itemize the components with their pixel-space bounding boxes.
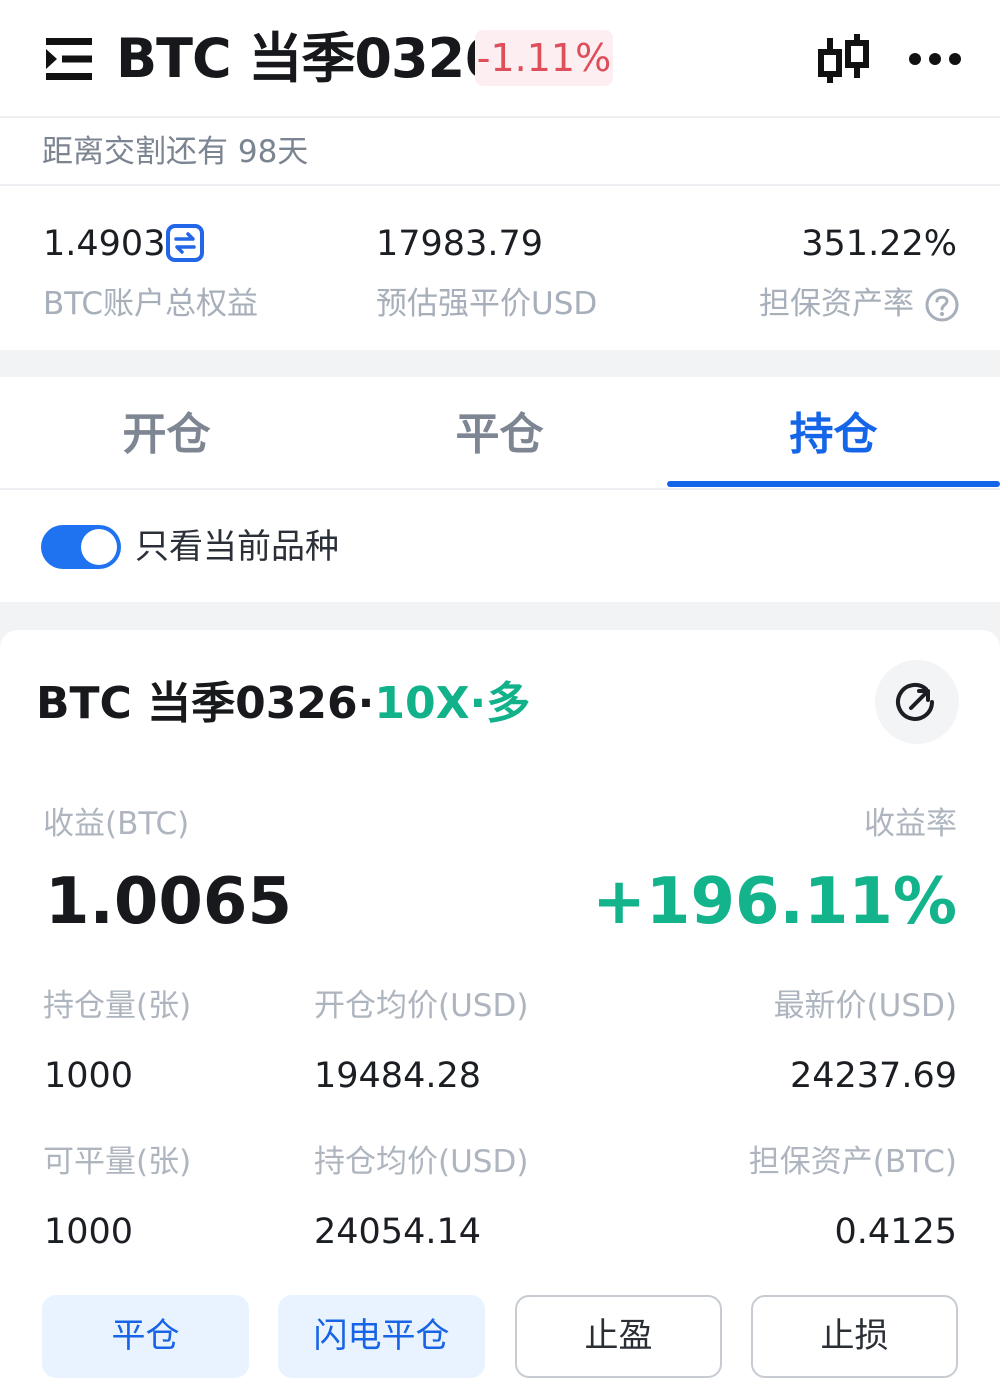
filter-row: 只看当前品种	[0, 490, 1000, 602]
holding-avg-price-label: 持仓均价(USD)	[314, 1144, 529, 1180]
stop-loss-button[interactable]: 止损	[751, 1295, 958, 1378]
position-contract: BTC 当季0326·	[36, 678, 375, 729]
position-title: BTC 当季0326·10X·多	[36, 677, 530, 731]
margin-assets-label: 担保资产(BTC)	[748, 1144, 957, 1180]
margin-ratio-label: 担保资产率	[759, 286, 914, 322]
toggle-knob	[81, 529, 117, 565]
take-profit-button[interactable]: 止盈	[515, 1295, 722, 1378]
active-tab-indicator	[667, 481, 1000, 487]
trade-tabs: 开仓 平仓 持仓	[0, 377, 1000, 490]
liquidation-price-value: 17983.79	[376, 224, 544, 264]
share-icon	[896, 683, 934, 721]
candlestick-icon[interactable]	[816, 30, 874, 88]
delivery-bar: 距离交割还有 98天	[0, 118, 1000, 186]
profit-label: 收益(BTC)	[43, 806, 190, 842]
share-button[interactable]	[875, 660, 959, 744]
menu-icon[interactable]	[46, 38, 94, 80]
transfer-icon[interactable]	[166, 224, 204, 262]
profit-rate-value: +196.11%	[592, 865, 957, 939]
liquidation-price-label: 预估强平价USD	[376, 286, 598, 322]
delivery-countdown: 距离交割还有 98天	[42, 134, 309, 170]
closable-size-value: 1000	[44, 1212, 134, 1252]
margin-assets-value: 0.4125	[834, 1212, 957, 1252]
contract-title[interactable]: BTC 当季0326	[116, 26, 502, 92]
last-price-label: 最新价(USD)	[773, 988, 957, 1024]
position-card: BTC 当季0326·10X·多 收益(BTC) 收益率 1.0065 +196…	[0, 630, 1000, 1394]
price-change-badge: -1.11%	[475, 30, 613, 86]
margin-ratio-value: 351.22%	[801, 224, 957, 264]
total-equity-label: BTC账户总权益	[43, 286, 259, 322]
last-price-value: 24237.69	[789, 1056, 957, 1096]
position-size-value: 1000	[44, 1056, 134, 1096]
profit-value: 1.0065	[45, 865, 292, 939]
current-symbol-toggle-label: 只看当前品种	[135, 527, 339, 567]
close-position-button[interactable]: 平仓	[42, 1295, 249, 1378]
account-summary: 1.4903 BTC账户总权益 17983.79 预估强平价USD 351.22…	[0, 186, 1000, 350]
more-icon[interactable]	[906, 50, 964, 68]
total-equity-value: 1.4903	[43, 224, 166, 264]
tab-open-position[interactable]: 开仓	[0, 377, 333, 490]
closable-size-label: 可平量(张)	[43, 1144, 192, 1180]
holding-avg-price-value: 24054.14	[314, 1212, 482, 1252]
open-avg-price-value: 19484.28	[314, 1056, 482, 1096]
help-icon[interactable]	[925, 288, 959, 322]
tab-close-position[interactable]: 平仓	[333, 377, 666, 490]
profit-rate-label: 收益率	[864, 806, 957, 842]
tab-positions[interactable]: 持仓	[667, 377, 1000, 490]
position-leverage-side: 10X·多	[374, 678, 531, 729]
screen: BTC 当季0326 -1.11% 距离交割还有 98天 1.4903 BTC账…	[0, 0, 1000, 1394]
position-size-label: 持仓量(张)	[43, 988, 192, 1024]
open-avg-price-label: 开仓均价(USD)	[314, 988, 529, 1024]
flash-close-button[interactable]: 闪电平仓	[278, 1295, 485, 1378]
current-symbol-toggle[interactable]	[41, 525, 121, 569]
top-bar: BTC 当季0326 -1.11%	[0, 0, 1000, 118]
